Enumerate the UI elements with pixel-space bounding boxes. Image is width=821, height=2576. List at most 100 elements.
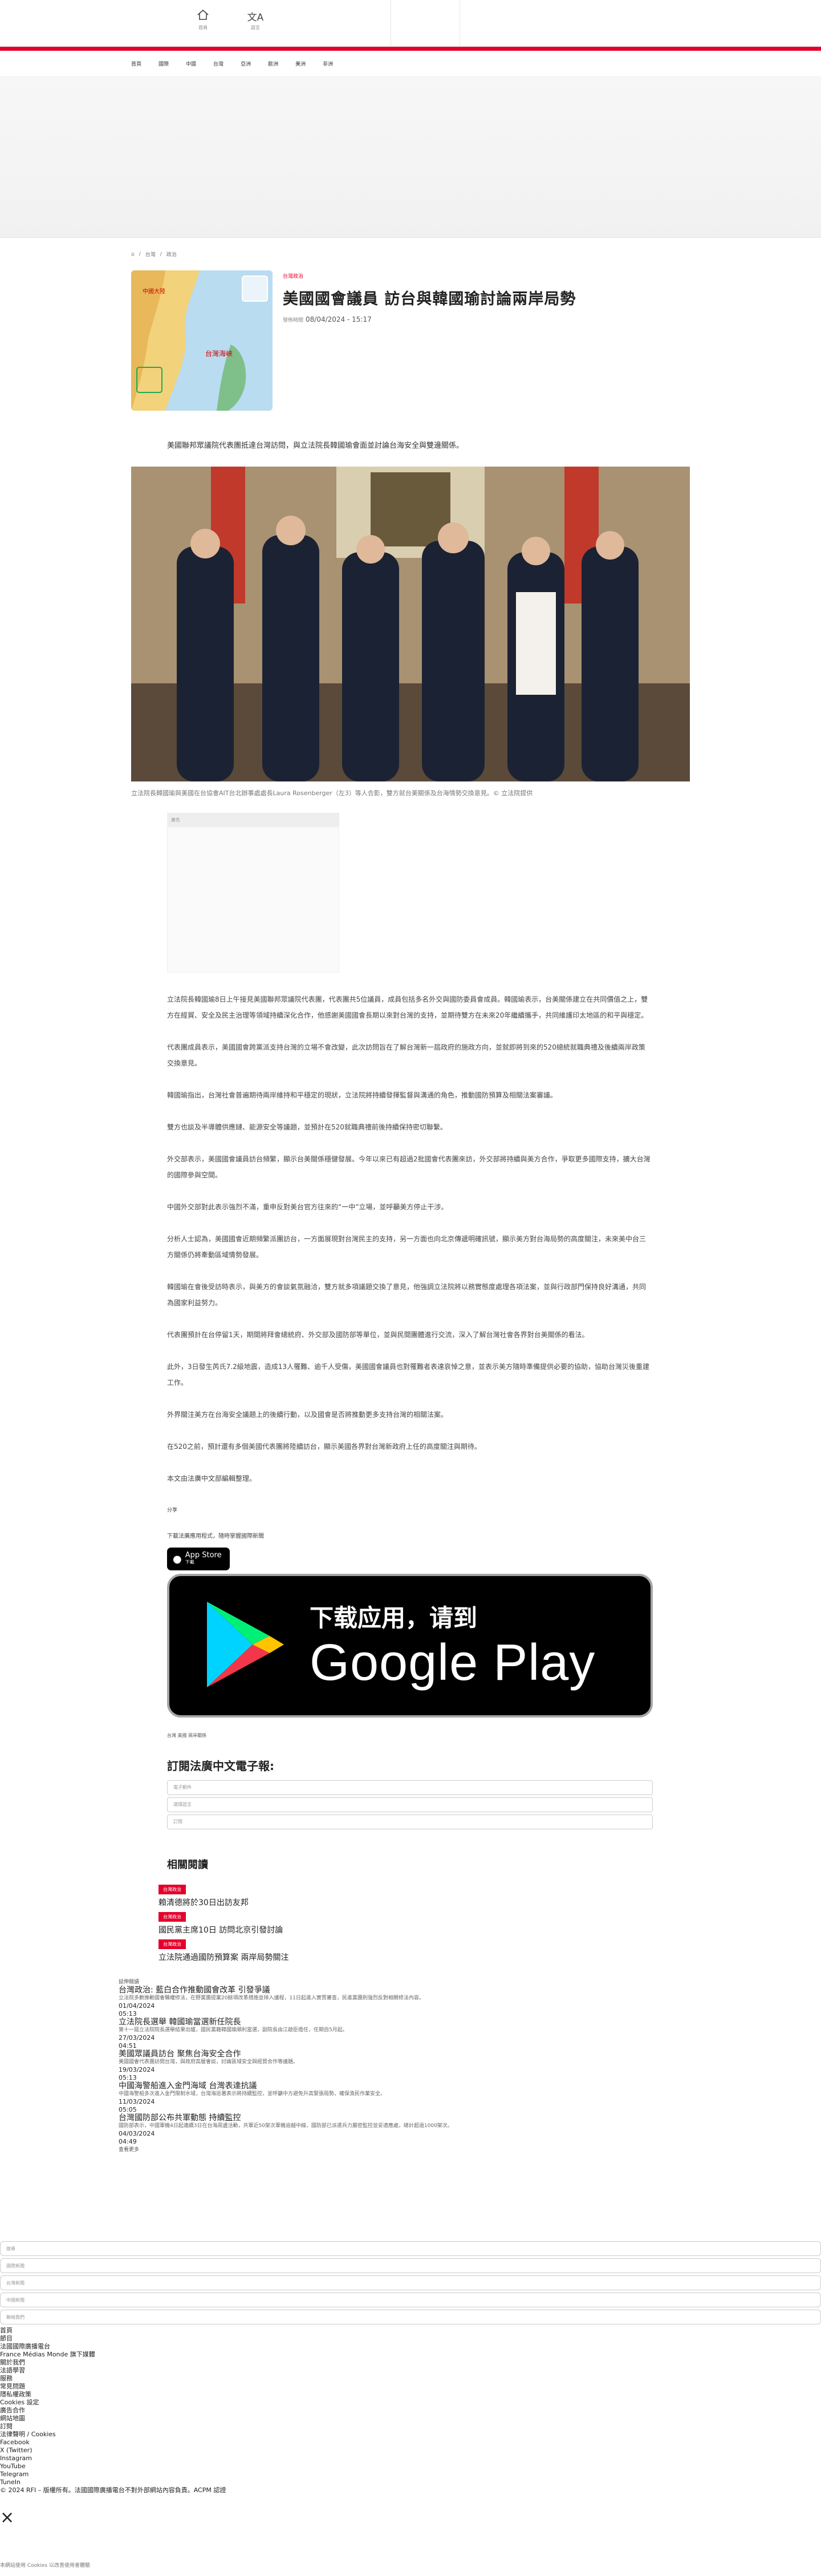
article-tags[interactable]: 台灣 美國 兩岸關係: [167, 1732, 653, 1739]
related-tag: 台灣政治: [158, 1912, 186, 1922]
close-icon[interactable]: ×: [0, 2509, 821, 2526]
brand-stripe: [0, 47, 821, 51]
footer-link[interactable]: France Médias Monde 旗下媒體: [0, 2351, 821, 2359]
app-store-button[interactable]: ● App Store 下載: [167, 1548, 230, 1570]
more-item-time: 05:13: [119, 2010, 137, 2018]
body-paragraph: 韓國瑜在會後受訪時表示，與美方的會談氣氛融洽，雙方就多項議題交換了意見，他強調立…: [167, 1283, 647, 1307]
more-item[interactable]: 台灣國防部公布共軍動態 持續監控 國防部表示，中國軍機4日起連續3日在台海周邊活…: [119, 2114, 453, 2146]
more-item-title: 台灣政治: 藍白合作推動國會改革 引發爭議: [119, 1986, 270, 1995]
nav-item[interactable]: 亞洲: [241, 60, 251, 67]
more-item[interactable]: 美國眾議員訪台 聚焦台海安全合作 美國國會代表團訪問台灣，與政府高層會談，討論區…: [119, 2050, 453, 2082]
body-paragraph: 雙方也談及半導體供應鏈、能源安全等議題，並預計在520就職典禮前後持續保持密切聯…: [167, 1123, 447, 1131]
footer-accordion[interactable]: 聯絡我們: [0, 2310, 821, 2324]
nav-item[interactable]: 中國: [186, 60, 196, 67]
article-body: 立法院長韓國瑜8日上午接見美國聯邦眾議院代表團，代表團共5位議員，成員包括多名外…: [167, 991, 652, 1561]
more-link[interactable]: 查看更多: [119, 2146, 453, 2154]
more-item-time: 05:13: [119, 2074, 137, 2081]
footer-link[interactable]: 常見問題: [0, 2383, 821, 2391]
newsletter-subscribe-button[interactable]: 訂閱: [167, 1814, 653, 1829]
language-label: 語言: [251, 25, 260, 30]
newsletter-title: 訂閱法廣中文電子報:: [167, 1759, 274, 1773]
related-item[interactable]: 台灣政治 國民黨主席10日 訪問北京引發討論: [158, 1911, 288, 1935]
instagram-link[interactable]: Instagram: [0, 2455, 821, 2462]
language-button[interactable]: 文A 語言: [246, 9, 265, 31]
more-item[interactable]: 立法院長選舉 韓國瑜當選新任院長 第十一屆立法院院長選舉結果出爐，國民黨籍韓國瑜…: [119, 2018, 453, 2050]
related-item[interactable]: 台灣政治 立法院通過國防預算案 兩岸局勢關注: [158, 1939, 288, 1963]
home-icon[interactable]: ⌂: [131, 252, 135, 257]
breadcrumb-item[interactable]: 台灣: [145, 250, 156, 258]
body-paragraph: 分析人士認為，美國國會近期頻繁派團訪台，一方面展現對台灣民主的支持，另一方面也向…: [167, 1235, 647, 1259]
article-photo: [131, 467, 690, 781]
more-heading: 延伸閱讀: [119, 1979, 140, 1985]
related-section: 相關閱讀 台灣政治 賴清德將於30日出訪友邦 台灣政治 國民黨主席10日 訪問北…: [158, 1857, 288, 1966]
ad-label: 廣告: [168, 813, 339, 827]
top-icons: 首頁 文A 語言: [194, 9, 265, 31]
tunein-link[interactable]: TuneIn: [0, 2478, 821, 2486]
more-item[interactable]: 中國海警船進入金門海域 台灣表達抗議 中國海警船多次進入金門限制水域，台灣海巡署…: [119, 2082, 453, 2114]
share-link[interactable]: 分享: [167, 1502, 652, 1518]
footer-link[interactable]: 節目: [0, 2335, 821, 2343]
main-nav: 首頁 國際 中國 台灣 亞洲 歐洲 美洲 非洲: [0, 51, 821, 76]
copyright: © 2024 RFI – 版權所有。法國國際廣播電台不對外部網站內容負責。ACP…: [0, 2486, 226, 2494]
footer-link[interactable]: 隱私權政策: [0, 2391, 821, 2399]
footer-link[interactable]: 廣告合作: [0, 2407, 821, 2415]
app-promo: 下載法廣應用程式，隨時掌握國際新聞: [167, 1533, 264, 1540]
breadcrumb: ⌂ / 台灣 / 政治: [131, 250, 177, 258]
more-item[interactable]: 台灣政治: 藍白合作推動國會改革 引發爭議 立法院多數推動國會職權修法，在野黨團…: [119, 1986, 453, 2018]
more-item-summary: 國防部表示，中國軍機4日起連續3日在台海周邊活動，共軍近50架次軍機逾越中線，國…: [119, 2123, 453, 2129]
footer-link[interactable]: 法語學習: [0, 2367, 821, 2375]
body-paragraph: 中國外交部對此表示強烈不滿，重申反對美台官方往來的“一中”立場，並呼籲美方停止干…: [167, 1203, 448, 1211]
more-item-title: 美國眾議員訪台 聚焦台海安全合作: [119, 2050, 241, 2059]
inline-ad: 廣告: [167, 813, 339, 973]
related-item[interactable]: 台灣政治 賴清德將於30日出訪友邦: [158, 1884, 288, 1908]
youtube-link[interactable]: YouTube: [0, 2462, 821, 2470]
footer-link[interactable]: 法國國際廣播電台: [0, 2343, 821, 2351]
home-icon: [197, 9, 209, 23]
more-item-title: 立法院長選舉 韓國瑜當選新任院長: [119, 2018, 241, 2027]
footer-accordion[interactable]: 搜尋: [0, 2241, 821, 2256]
article-category[interactable]: 台灣政治: [283, 272, 682, 280]
more-item-time: 04:49: [119, 2138, 137, 2145]
home-button[interactable]: 首頁: [194, 9, 212, 31]
app-store-small: 下載: [185, 1560, 194, 1565]
date-label: 發佈時間: [283, 318, 304, 323]
footer-link[interactable]: 網站地圖: [0, 2415, 821, 2423]
twitter-link[interactable]: X (Twitter): [0, 2447, 821, 2455]
translate-icon: 文A: [247, 12, 264, 23]
footer-accordion[interactable]: 台灣新聞: [0, 2275, 821, 2290]
more-item-date: 01/04/2024: [119, 2002, 155, 2010]
related-item-title: 賴清德將於30日出訪友邦: [158, 1898, 249, 1907]
newsletter-language-select[interactable]: 選擇語言: [167, 1797, 653, 1812]
top-ad-zone: [0, 76, 821, 238]
footer-link[interactable]: 訂閱: [0, 2423, 821, 2431]
more-item-title: 中國海警船進入金門海域 台灣表達抗議: [119, 2081, 257, 2091]
nav-item[interactable]: 歐洲: [268, 60, 278, 67]
telegram-link[interactable]: Telegram: [0, 2470, 821, 2478]
footer-accordion[interactable]: 中國新聞: [0, 2293, 821, 2307]
footer-link[interactable]: 首頁: [0, 2327, 821, 2335]
footer-link[interactable]: 服務: [0, 2375, 821, 2383]
google-play-line1: 下载应用，请到: [310, 1604, 478, 1632]
nav-item[interactable]: 國際: [158, 60, 169, 67]
nav-item[interactable]: 美洲: [295, 60, 306, 67]
app-store-label: App Store: [185, 1551, 222, 1560]
google-play-button[interactable]: 下载应用，请到 Google Play: [167, 1574, 653, 1718]
footer-accordion[interactable]: 國際新聞: [0, 2258, 821, 2273]
facebook-link[interactable]: Facebook: [0, 2439, 821, 2447]
home-label: 首頁: [198, 25, 208, 30]
newsletter-email-input[interactable]: 電子郵件: [167, 1780, 653, 1795]
body-paragraph: 在520之前，預計還有多個美國代表團將陸續訪台，顯示美國各界對台灣新政府上任的高…: [167, 1443, 481, 1451]
footer-link[interactable]: 法律聲明 / Cookies: [0, 2431, 821, 2439]
nav-item[interactable]: 台灣: [213, 60, 223, 67]
breadcrumb-item[interactable]: 政治: [166, 250, 177, 258]
more-item-summary: 美國國會代表團訪問台灣，與政府高層會談，討論區域安全與經貿合作等議題。: [119, 2059, 299, 2065]
footer-link[interactable]: Cookies 設定: [0, 2399, 821, 2407]
footer-link[interactable]: 關於我們: [0, 2359, 821, 2367]
date-value: 08/04/2024 - 15:17: [306, 315, 372, 323]
nav-item[interactable]: 首頁: [131, 60, 141, 67]
top-bar: 首頁 文A 語言: [0, 0, 821, 47]
more-item-time: 05:05: [119, 2106, 137, 2113]
google-play-icon: [201, 1596, 287, 1695]
article-title: 美國國會議員 訪台與韓國瑜討論兩岸局勢: [283, 290, 576, 308]
nav-item[interactable]: 非洲: [323, 60, 333, 67]
